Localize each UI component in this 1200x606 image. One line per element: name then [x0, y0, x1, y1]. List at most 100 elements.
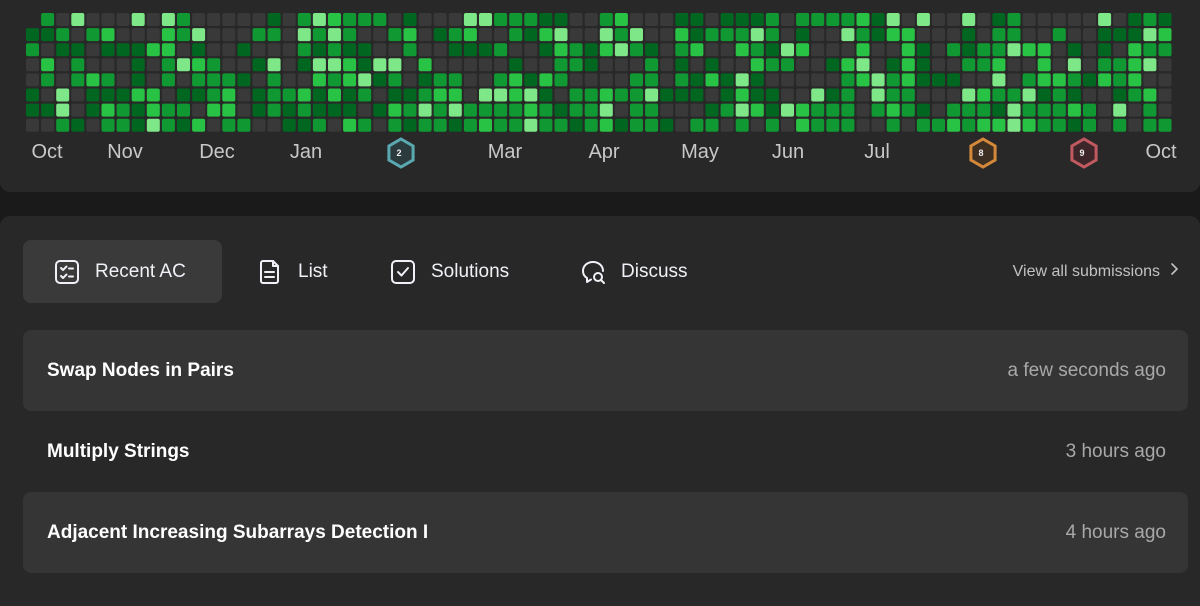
heatmap-cell[interactable] [524, 118, 538, 132]
heatmap-cell[interactable] [192, 28, 206, 42]
heatmap-cell[interactable] [448, 73, 462, 87]
heatmap-cell[interactable] [41, 13, 55, 26]
heatmap-cell[interactable] [312, 103, 326, 117]
heatmap-cell[interactable] [373, 103, 387, 117]
heatmap-cell[interactable] [916, 13, 930, 26]
heatmap-cell[interactable] [796, 58, 810, 72]
heatmap-cell[interactable] [1083, 28, 1096, 42]
heatmap-cell[interactable] [328, 58, 341, 72]
heatmap-cell[interactable] [312, 73, 326, 87]
heatmap-cell[interactable] [856, 28, 870, 42]
heatmap-cell[interactable] [343, 43, 357, 57]
heatmap-cell[interactable] [1113, 88, 1127, 102]
submission-row[interactable]: Multiply Strings 3 hours ago [23, 411, 1188, 492]
heatmap-cell[interactable] [433, 28, 447, 42]
heatmap-cell[interactable] [630, 43, 643, 57]
heatmap-cell[interactable] [177, 103, 190, 117]
heatmap-cell[interactable] [1113, 43, 1127, 57]
heatmap-cell[interactable] [403, 118, 417, 132]
heatmap-cell[interactable] [901, 88, 915, 102]
heatmap-cell[interactable] [358, 28, 372, 42]
heatmap-cell[interactable] [630, 73, 643, 87]
heatmap-cell[interactable] [554, 118, 568, 132]
heatmap-cell[interactable] [1128, 118, 1142, 132]
heatmap-cell[interactable] [826, 43, 840, 57]
heatmap-cell[interactable] [599, 13, 613, 26]
heatmap-cell[interactable] [41, 118, 55, 132]
heatmap-cell[interactable] [1113, 13, 1127, 26]
heatmap-cell[interactable] [373, 58, 387, 72]
heatmap-cell[interactable] [328, 28, 341, 42]
heatmap-cell[interactable] [403, 13, 417, 26]
heatmap-cell[interactable] [358, 103, 372, 117]
heatmap-cell[interactable] [1143, 58, 1157, 72]
heatmap-cell[interactable] [826, 58, 840, 72]
heatmap-cell[interactable] [403, 88, 417, 102]
heatmap-cell[interactable] [735, 73, 749, 87]
heatmap-cell[interactable] [750, 58, 764, 72]
heatmap-cell[interactable] [765, 118, 779, 132]
heatmap-cell[interactable] [599, 88, 613, 102]
heatmap-cell[interactable] [418, 73, 432, 87]
heatmap-cell[interactable] [479, 88, 492, 102]
heatmap-cell[interactable] [705, 103, 719, 117]
heatmap-cell[interactable] [494, 88, 508, 102]
heatmap-cell[interactable] [781, 28, 794, 42]
heatmap-cell[interactable] [252, 118, 266, 132]
heatmap-cell[interactable] [992, 43, 1006, 57]
heatmap-cell[interactable] [146, 73, 160, 87]
heatmap-cell[interactable] [977, 88, 991, 102]
heatmap-cell[interactable] [418, 28, 432, 42]
heatmap-cell[interactable] [297, 43, 311, 57]
heatmap-cell[interactable] [1052, 73, 1066, 87]
heatmap-cell[interactable] [494, 28, 508, 42]
heatmap-cell[interactable] [86, 103, 100, 117]
heatmap-cell[interactable] [584, 103, 598, 117]
heatmap-cell[interactable] [1067, 28, 1081, 42]
heatmap-cell[interactable] [1037, 28, 1051, 42]
heatmap-cell[interactable] [131, 118, 145, 132]
heatmap-cell[interactable] [1022, 43, 1036, 57]
heatmap-cell[interactable] [645, 73, 659, 87]
heatmap-cell[interactable] [886, 13, 900, 26]
heatmap-cell[interactable] [403, 28, 417, 42]
heatmap-cell[interactable] [358, 43, 372, 57]
heatmap-cell[interactable] [343, 88, 357, 102]
heatmap-cell[interactable] [267, 118, 281, 132]
heatmap-cell[interactable] [1098, 43, 1112, 57]
heatmap-cell[interactable] [1067, 118, 1081, 132]
heatmap-cell[interactable] [765, 58, 779, 72]
heatmap-cell[interactable] [856, 88, 870, 102]
heatmap-cell[interactable] [916, 103, 930, 117]
heatmap-cell[interactable] [373, 28, 387, 42]
heatmap-cell[interactable] [207, 28, 221, 42]
heatmap-cell[interactable] [811, 73, 825, 87]
heatmap-cell[interactable] [720, 58, 734, 72]
heatmap-cell[interactable] [977, 73, 991, 87]
heatmap-cell[interactable] [267, 43, 281, 57]
heatmap-cell[interactable] [781, 73, 794, 87]
heatmap-cell[interactable] [56, 13, 70, 26]
heatmap-cell[interactable] [131, 43, 145, 57]
heatmap-cell[interactable] [614, 58, 628, 72]
heatmap-cell[interactable] [433, 13, 447, 26]
heatmap-cell[interactable] [599, 58, 613, 72]
heatmap-cell[interactable] [237, 28, 251, 42]
heatmap-cell[interactable] [131, 88, 145, 102]
heatmap-cell[interactable] [675, 28, 689, 42]
heatmap-cell[interactable] [433, 73, 447, 87]
heatmap-cell[interactable] [71, 58, 85, 72]
heatmap-cell[interactable] [116, 58, 130, 72]
heatmap-cell[interactable] [1067, 58, 1081, 72]
heatmap-cell[interactable] [660, 13, 674, 26]
heatmap-cell[interactable] [841, 103, 855, 117]
heatmap-cell[interactable] [1143, 43, 1157, 57]
heatmap-cell[interactable] [947, 13, 961, 26]
heatmap-cell[interactable] [343, 73, 357, 87]
heatmap-cell[interactable] [433, 118, 447, 132]
heatmap-cell[interactable] [554, 103, 568, 117]
heatmap-cell[interactable] [765, 28, 779, 42]
heatmap-cell[interactable] [267, 28, 281, 42]
heatmap-cell[interactable] [116, 43, 130, 57]
heatmap-cell[interactable] [841, 43, 855, 57]
